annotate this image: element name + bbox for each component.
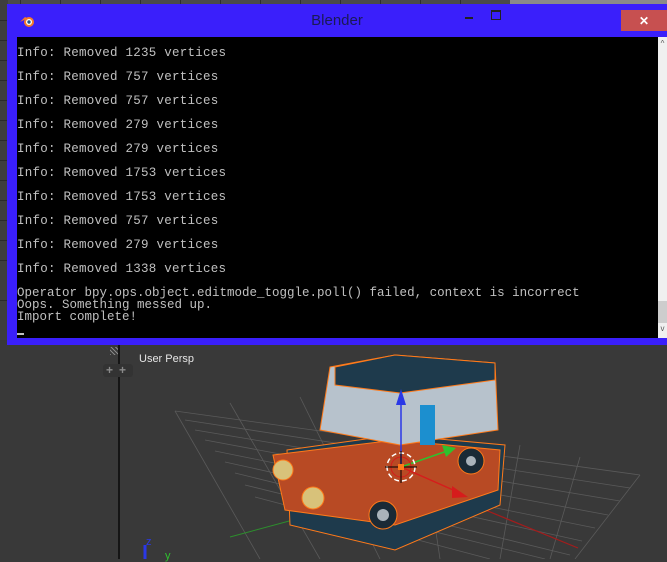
log-line: Info: Removed 757 vertices: [17, 214, 219, 228]
text-cursor: [17, 333, 24, 335]
viewport-divider[interactable]: [118, 345, 120, 559]
area-split-handle[interactable]: [110, 347, 118, 355]
console-scrollbar[interactable]: ^ v: [658, 37, 667, 338]
window-title: Blender: [311, 12, 363, 29]
car-model: [272, 354, 506, 551]
console-output[interactable]: Info: Removed 1235 vertices Info: Remove…: [17, 37, 658, 338]
3d-viewport[interactable]: + + User Persp z y: [0, 345, 667, 562]
maximize-icon: [491, 9, 501, 20]
log-line: Info: Removed 757 vertices: [17, 70, 219, 84]
scroll-thumb[interactable]: [658, 301, 667, 323]
region-toggles: + +: [103, 364, 133, 377]
mini-axis-y-label: y: [165, 550, 171, 562]
maximize-button[interactable]: [481, 4, 511, 25]
status-line: Import complete!: [17, 310, 138, 324]
status-log: Operator bpy.ops.object.editmode_toggle.…: [17, 287, 580, 324]
mini-axis-z-label: z: [146, 536, 152, 548]
log-line: Info: Removed 279 vertices: [17, 238, 219, 252]
title-bar[interactable]: Blender ✕: [7, 4, 667, 37]
info-log: Info: Removed 1235 vertices Info: Remove…: [17, 46, 226, 286]
log-line: Info: Removed 1753 vertices: [17, 190, 227, 204]
log-line: Info: Removed 757 vertices: [17, 94, 219, 108]
minimize-button[interactable]: [454, 4, 484, 25]
toolshelf-toggle-button[interactable]: +: [106, 364, 113, 377]
log-line: Info: Removed 1235 vertices: [17, 46, 227, 60]
object-origin: [398, 464, 404, 470]
properties-toggle-button[interactable]: +: [119, 364, 126, 377]
console-window: Blender ✕ Info: Removed 1235 vertices In…: [7, 4, 667, 345]
log-line: Info: Removed 279 vertices: [17, 142, 219, 156]
close-button[interactable]: ✕: [621, 10, 667, 31]
log-line: Info: Removed 1338 vertices: [17, 262, 227, 276]
close-icon: ✕: [638, 13, 650, 28]
scroll-down-button[interactable]: v: [658, 324, 667, 336]
scene[interactable]: [0, 345, 667, 559]
minimize-icon: [465, 16, 473, 19]
log-line: Info: Removed 1753 vertices: [17, 166, 227, 180]
scroll-up-button[interactable]: ^: [658, 39, 667, 51]
log-line: Info: Removed 279 vertices: [17, 118, 219, 132]
view-label: User Persp: [139, 353, 195, 365]
